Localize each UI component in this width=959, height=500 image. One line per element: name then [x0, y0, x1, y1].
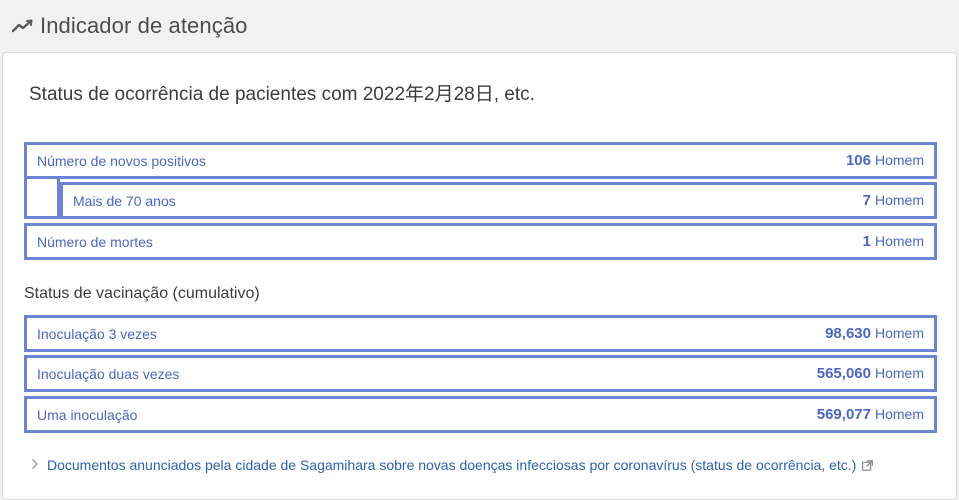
- count-value: 106: [845, 152, 871, 169]
- one-dose-row: Uma inoculação 569,077 Homem: [24, 396, 937, 433]
- row-value: 1 Homem: [863, 233, 924, 250]
- page-header: Indicador de atenção: [0, 0, 959, 52]
- row-value: 569,077 Homem: [817, 406, 924, 423]
- row-label: Inoculação duas vezes: [37, 365, 180, 382]
- count-value: 7: [862, 192, 871, 209]
- count-unit: Homem: [874, 406, 924, 422]
- count-value: 569,077: [816, 406, 871, 423]
- vaccination-section-title: Status de vacinação (cumulativo): [24, 285, 260, 302]
- page-title: Indicador de atenção: [40, 13, 248, 38]
- count-unit: Homem: [874, 365, 924, 381]
- new-positives-row: Número de novos positivos 106 Homem: [24, 142, 937, 179]
- row-label: Mais de 70 anos: [73, 192, 176, 209]
- row-value: 7 Homem: [863, 192, 924, 209]
- card-title: Status de ocorrência de pacientes com 20…: [29, 84, 535, 105]
- row-value: 106 Homem: [846, 152, 924, 169]
- row-label: Inoculação 3 vezes: [37, 325, 157, 342]
- count-unit: Homem: [874, 325, 924, 341]
- count-value: 98,630: [825, 325, 871, 342]
- count-unit: Homem: [874, 233, 924, 249]
- external-link-icon: [862, 459, 874, 471]
- two-doses-row: Inoculação duas vezes 565,060 Homem: [24, 355, 937, 392]
- chevron-right-icon: [31, 457, 39, 473]
- row-label: Número de mortes: [37, 233, 153, 250]
- subcategory-connector: [24, 179, 60, 219]
- trend-line-icon: [12, 17, 36, 35]
- over-70-row: Mais de 70 anos 7 Homem: [60, 182, 937, 219]
- documents-link-text[interactable]: Documentos anunciados pela cidade de Sag…: [47, 457, 856, 473]
- row-label: Número de novos positivos: [37, 152, 206, 169]
- count-unit: Homem: [874, 152, 924, 168]
- documents-link[interactable]: Documentos anunciados pela cidade de Sag…: [31, 457, 874, 473]
- count-value: 565,060: [816, 365, 871, 382]
- deaths-row: Número de mortes 1 Homem: [24, 223, 937, 260]
- three-doses-row: Inoculação 3 vezes 98,630 Homem: [24, 315, 937, 352]
- attention-indicator-card: Status de ocorrência de pacientes com 20…: [2, 52, 957, 500]
- count-unit: Homem: [874, 192, 924, 208]
- count-value: 1: [862, 233, 871, 250]
- row-value: 565,060 Homem: [817, 365, 924, 382]
- row-value: 98,630 Homem: [825, 325, 924, 342]
- row-label: Uma inoculação: [37, 406, 138, 423]
